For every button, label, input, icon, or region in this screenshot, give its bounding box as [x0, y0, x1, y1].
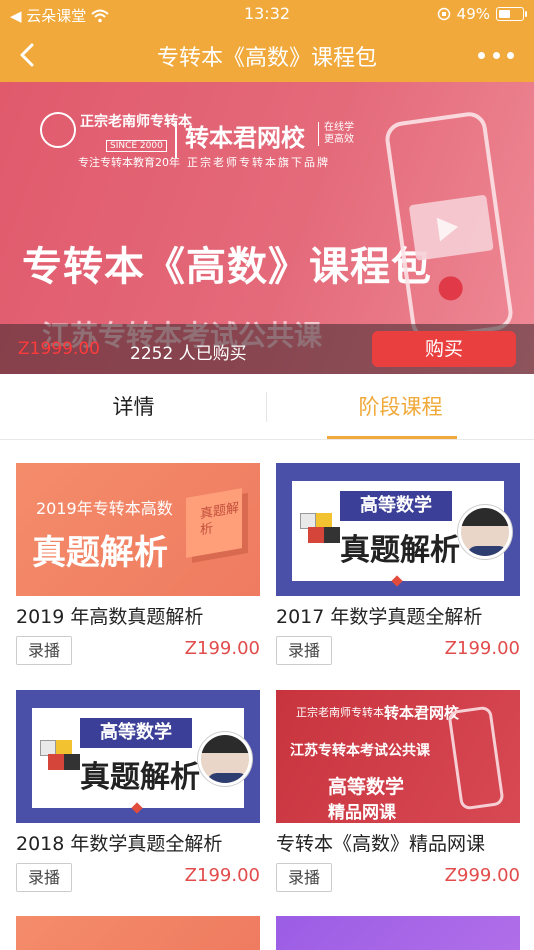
course-type-tag: 录播 — [16, 636, 72, 665]
course-thumbnail[interactable]: 正宗老南师专转本 转本君网校 江苏专转本考试公共课 高等数学 精品网课 — [276, 690, 520, 823]
course-price: Z999.00 — [444, 865, 520, 886]
battery-icon — [496, 7, 527, 21]
cubes-icon — [296, 509, 340, 549]
course-price: Z199.00 — [444, 638, 520, 659]
logo-divider — [175, 122, 177, 158]
brand-name: 转本君网校 — [185, 124, 305, 152]
teacher-avatar — [198, 732, 252, 786]
page-title: 专转本《高数》课程包 — [156, 46, 377, 71]
course-title[interactable]: 2017 年数学真题全解析 — [276, 602, 482, 629]
course-type-tag: 录播 — [16, 863, 72, 892]
play-icon — [436, 214, 460, 242]
brand-subtitle: 正宗老师专转本旗下品牌 — [187, 156, 330, 169]
phone-illustration — [383, 109, 515, 343]
purchase-count: 2252 人已购买 — [130, 344, 247, 364]
phone-illustration — [447, 705, 505, 811]
course-thumbnail[interactable]: 高等数学 真题解析 — [16, 690, 260, 823]
tab-details[interactable]: 详情 — [0, 374, 267, 440]
buy-button[interactable]: 购买 — [372, 331, 516, 367]
course-title[interactable]: 2019 年高数真题解析 — [16, 602, 203, 629]
package-price: Z1999.00 — [18, 339, 100, 359]
course-title[interactable]: 2018 年数学真题全解析 — [16, 829, 222, 856]
course-thumbnail[interactable]: 高等数学 真题解析 — [276, 463, 520, 596]
course-price: Z199.00 — [184, 865, 260, 886]
battery-fill — [499, 10, 510, 18]
teacher-avatar — [458, 505, 512, 559]
course-card-partial[interactable] — [16, 916, 260, 950]
logo-since: SINCE 2000 — [106, 140, 167, 152]
logo-line2: 专注专转本教育20年 — [78, 156, 180, 169]
course-price: Z199.00 — [184, 638, 260, 659]
cubes-icon — [36, 736, 80, 776]
status-right: 49% — [437, 5, 527, 23]
orientation-lock-icon — [437, 7, 450, 21]
tab-bar: 详情 阶段课程 — [0, 374, 534, 440]
active-tab-indicator — [327, 436, 457, 439]
course-type-tag: 录播 — [276, 636, 332, 665]
nav-bar: 专转本《高数》课程包 — [0, 28, 534, 82]
status-bar: ◀ 云朵课堂 13:32 49% — [0, 0, 534, 28]
school-seal-icon — [40, 112, 76, 148]
more-options-icon[interactable] — [478, 40, 514, 70]
course-type-tag: 录播 — [276, 863, 332, 892]
course-card-partial[interactable] — [276, 916, 520, 950]
record-icon — [437, 274, 465, 302]
course-title[interactable]: 专转本《高数》精品网课 — [276, 829, 485, 856]
battery-percent: 49% — [456, 5, 490, 23]
book-box-icon: 真题解析 — [186, 488, 242, 558]
course-thumbnail[interactable]: 2019年专转本高数 真题解析 真题解析 — [16, 463, 260, 596]
tab-stage-courses[interactable]: 阶段课程 — [267, 374, 534, 440]
price-bar: Z1999.00 2252 人已购买 购买 — [0, 324, 534, 374]
brand-tag: 在线学 更高效 — [318, 122, 354, 146]
banner-headline: 专转本《高数》课程包 — [22, 244, 432, 290]
